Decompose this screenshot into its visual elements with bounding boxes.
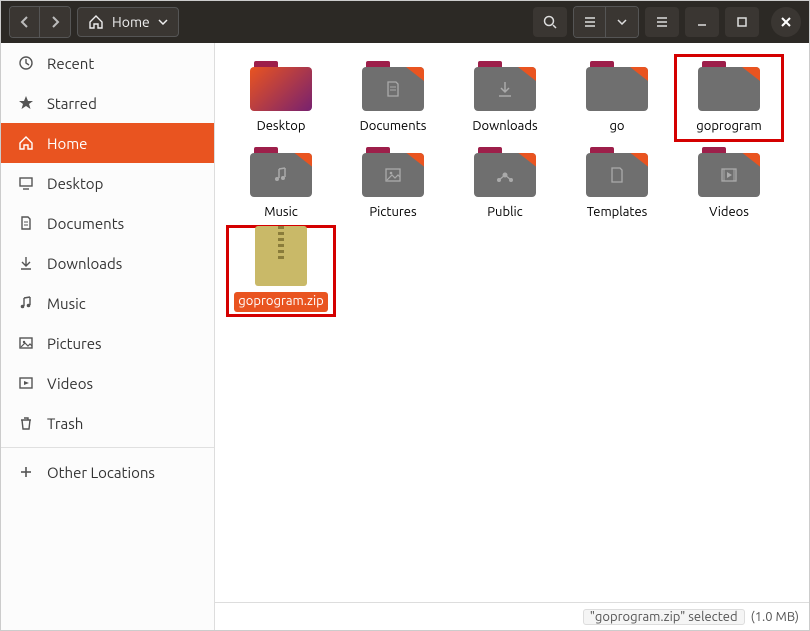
sidebar-item-pictures[interactable]: Pictures [1, 323, 214, 363]
path-dropdown-icon[interactable] [158, 19, 168, 25]
home-icon [17, 134, 35, 152]
folder-icon [698, 59, 760, 111]
home-icon [88, 14, 104, 30]
statusbar: "goprogram.zip" selected (1.0 MB) [215, 602, 809, 630]
file-label: Pictures [365, 203, 420, 223]
path-label: Home [112, 14, 150, 30]
hamburger-menu-button[interactable] [645, 7, 679, 37]
sidebar-item-label: Documents [47, 215, 124, 232]
desktop-folder-icon [250, 59, 312, 111]
file-label: Music [260, 203, 302, 223]
sidebar-item-home[interactable]: Home [1, 123, 214, 163]
folder-icon [250, 145, 312, 197]
file-label: Videos [705, 203, 753, 223]
file-item-public[interactable]: Public [455, 145, 555, 223]
file-label: goprogram.zip [234, 292, 327, 312]
search-button[interactable] [533, 7, 567, 37]
file-item-music[interactable]: Music [231, 145, 331, 223]
folder-icon [586, 145, 648, 197]
folder-icon [362, 145, 424, 197]
zip-icon [255, 226, 307, 286]
sidebar-item-starred[interactable]: Starred [1, 83, 214, 123]
music-icon [17, 294, 35, 312]
downloads-icon [17, 254, 35, 272]
sidebar-item-documents[interactable]: Documents [1, 203, 214, 243]
star-icon [17, 94, 35, 112]
plus-icon [17, 463, 35, 481]
sidebar-item-label: Desktop [47, 175, 103, 192]
file-label: goprogram [692, 117, 766, 137]
folder-icon [474, 59, 536, 111]
file-item-downloads[interactable]: Downloads [455, 59, 555, 137]
sidebar-item-label: Pictures [47, 335, 102, 352]
file-label: Downloads [468, 117, 541, 137]
sidebar-item-label: Home [47, 135, 87, 152]
sidebar-item-label: Music [47, 295, 86, 312]
sidebar-item-label: Trash [47, 415, 83, 432]
sidebar-item-label: Downloads [47, 255, 122, 272]
sidebar-item-label: Other Locations [47, 464, 155, 481]
view-dropdown-button[interactable] [606, 7, 638, 37]
desktop-icon [17, 174, 35, 192]
minimize-button[interactable] [685, 7, 719, 37]
sidebar-item-other-locations[interactable]: Other Locations [1, 452, 214, 492]
file-grid[interactable]: Desktop Documents Downloads go goprogram Musi… [215, 43, 809, 602]
view-switcher [573, 6, 639, 38]
file-item-desktop[interactable]: Desktop [231, 59, 331, 137]
file-label: Templates [583, 203, 652, 223]
nav-buttons [9, 6, 71, 38]
forward-button[interactable] [40, 7, 70, 37]
file-label: Documents [356, 117, 431, 137]
folder-icon [474, 145, 536, 197]
back-button[interactable] [10, 7, 40, 37]
file-item-pictures[interactable]: Pictures [343, 145, 443, 223]
file-label: Desktop [253, 117, 310, 137]
file-item-go[interactable]: go [567, 59, 667, 137]
pictures-icon [17, 334, 35, 352]
folder-icon [698, 145, 760, 197]
sidebar-item-downloads[interactable]: Downloads [1, 243, 214, 283]
folder-icon [586, 59, 648, 111]
videos-icon [17, 374, 35, 392]
file-item-goprogram[interactable]: goprogram [679, 59, 779, 137]
sidebar-item-music[interactable]: Music [1, 283, 214, 323]
file-manager-window: Home RecentStar [0, 0, 810, 631]
documents-icon [17, 214, 35, 232]
content-area: Desktop Documents Downloads go goprogram Musi… [215, 43, 809, 630]
trash-icon [17, 414, 35, 432]
sidebar-item-videos[interactable]: Videos [1, 363, 214, 403]
list-view-button[interactable] [574, 7, 606, 37]
close-button[interactable] [771, 7, 801, 37]
pathbar[interactable]: Home [77, 7, 179, 37]
maximize-button[interactable] [725, 7, 759, 37]
sidebar-item-label: Starred [47, 95, 97, 112]
file-item-goprogram-zip[interactable]: goprogram.zip [231, 230, 331, 312]
titlebar: Home [1, 1, 809, 43]
file-item-templates[interactable]: Templates [567, 145, 667, 223]
file-label: go [605, 117, 628, 137]
file-item-documents[interactable]: Documents [343, 59, 443, 137]
folder-icon [362, 59, 424, 111]
sidebar-item-label: Recent [47, 55, 94, 72]
sidebar-item-label: Videos [47, 375, 93, 392]
clock-icon [17, 54, 35, 72]
status-selected: "goprogram.zip" selected [583, 609, 745, 625]
sidebar-item-recent[interactable]: Recent [1, 43, 214, 83]
file-item-videos[interactable]: Videos [679, 145, 779, 223]
sidebar: Recent Starred Home Desktop Documents Downloa… [1, 43, 215, 630]
sidebar-item-trash[interactable]: Trash [1, 403, 214, 443]
status-size: (1.0 MB) [751, 610, 799, 624]
file-label: Public [483, 203, 526, 223]
sidebar-item-desktop[interactable]: Desktop [1, 163, 214, 203]
